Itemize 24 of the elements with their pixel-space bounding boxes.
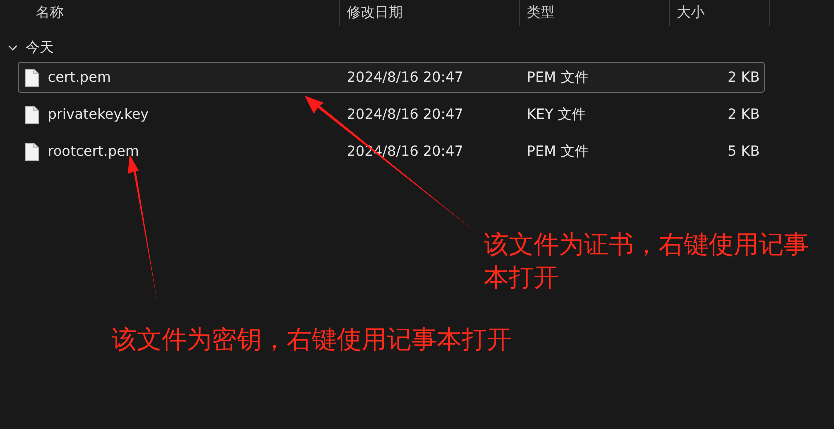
column-header[interactable]: 大小 [670,0,770,26]
file-size: 2 KB [728,70,760,86]
chevron-icon [8,45,18,51]
column-header[interactable]: 类型 [520,0,670,26]
file-name: rootcert.pem [48,144,140,160]
file-row[interactable]: privatekey.key 2024/8/16 20:47 KEY 文件 2 KB [18,99,765,130]
file-type: PEM 文件 [527,142,589,160]
column-header[interactable]: 名称 [18,0,340,26]
file-size: 2 KB [728,106,760,122]
annotation-text: 该文件为证书，右键使用记事本打开 [484,229,810,294]
group-header[interactable]: 今天 [8,38,54,58]
file-row[interactable]: cert.pem 2024/8/16 20:47 PEM 文件 2 KB [18,62,765,93]
file-icon [25,142,39,160]
file-size: 5 KB [728,144,760,160]
modified-date: 2024/8/16 20:47 [347,106,464,122]
column-header[interactable]: 修改日期 [340,0,520,26]
file-icon [25,106,39,124]
annotation-text: 该文件为密钥，右键使用记事本打开 [112,324,512,356]
file-type: KEY 文件 [527,106,586,124]
modified-date: 2024/8/16 20:47 [347,70,464,86]
file-name: privatekey.key [48,106,149,122]
file-icon [25,68,39,86]
file-name: cert.pem [48,70,112,86]
file-type: PEM 文件 [527,68,589,86]
